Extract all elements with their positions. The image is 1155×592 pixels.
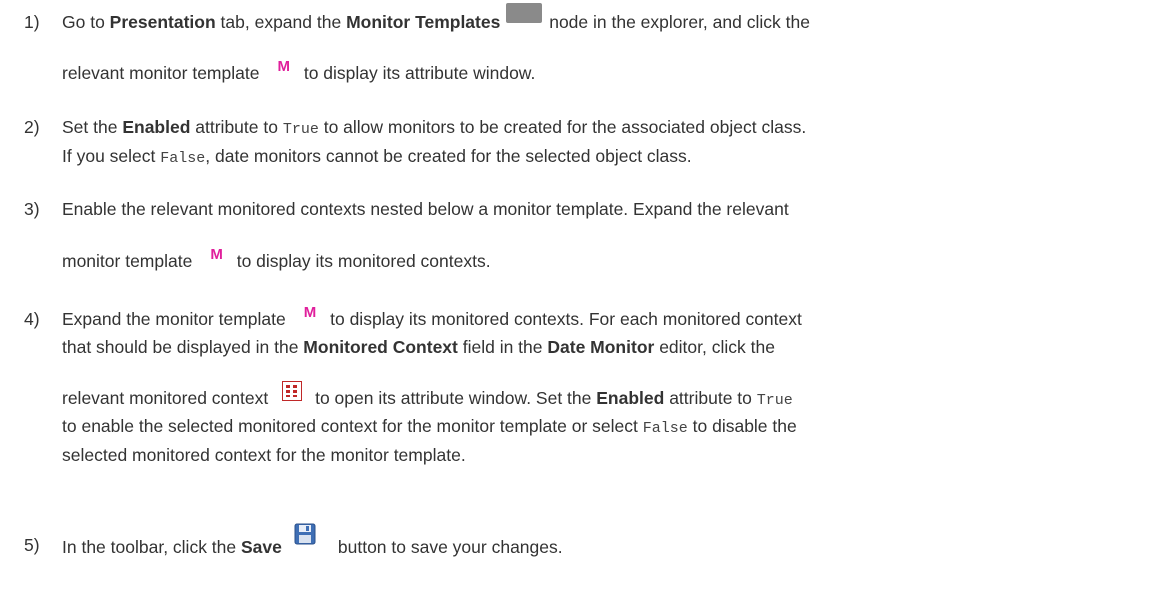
step-5-line-1: In the toolbar, click the Save button to …: [62, 523, 563, 562]
code-false: False: [160, 150, 206, 167]
step-4-line-4: to enable the selected monitored context…: [62, 416, 797, 437]
ui-label-date-monitor: Date Monitor: [547, 337, 655, 357]
folder-icon: [506, 3, 543, 24]
step-4-line-1: Expand the monitor template M to display …: [62, 303, 802, 329]
code-true: True: [756, 392, 793, 409]
ui-label-presentation: Presentation: [109, 12, 216, 32]
step-3-line-1: Enable the relevant monitored contexts n…: [62, 199, 789, 219]
step-2-line-1: Set the Enabled attribute to True to all…: [62, 117, 807, 138]
monitor-template-icon: M: [277, 57, 289, 75]
step-number: 1): [24, 12, 40, 32]
code-false: False: [642, 420, 688, 437]
monitor-template-icon: M: [210, 245, 222, 263]
ui-label-monitor-templates: Monitor Templates: [346, 12, 501, 32]
step-2-line-2: If you select False, date monitors canno…: [62, 146, 692, 167]
ui-label-monitored-context: Monitored Context: [303, 337, 458, 357]
step-4-line-2: that should be displayed in the Monitore…: [62, 337, 775, 357]
step-number: 4): [24, 309, 40, 329]
ui-label-enabled: Enabled: [122, 117, 191, 137]
step-1-line-2: relevant monitor template M to display it…: [62, 57, 536, 83]
step-number: 3): [24, 199, 40, 219]
save-icon: [294, 523, 316, 550]
step-1-line-1: Go to Presentation tab, expand the Monit…: [62, 3, 810, 33]
code-true: True: [282, 121, 319, 138]
step-number: 2): [24, 117, 40, 137]
monitored-context-icon: [282, 381, 303, 402]
step-4-line-3: relevant monitored context to open its a…: [62, 381, 793, 409]
monitor-template-icon: M: [303, 303, 316, 321]
step-number: 5): [24, 535, 40, 555]
step-3-line-2: monitor template M to display its monitor…: [62, 245, 491, 271]
ui-label-save: Save: [241, 537, 282, 558]
ui-label-enabled: Enabled: [596, 388, 665, 408]
step-4-line-5: selected monitored context for the monit…: [62, 445, 466, 465]
